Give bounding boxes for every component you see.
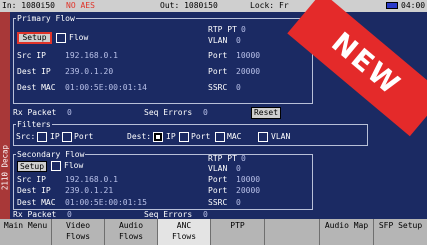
primary-flow-checkbox[interactable] — [56, 33, 66, 43]
secondary-flow-title: Secondary Flow — [16, 150, 86, 159]
filter-dest-vlan-label: VLAN — [271, 132, 291, 141]
clock: 04:00 — [401, 1, 426, 10]
secondary-dest-ip-label: Dest IP — [17, 186, 51, 195]
tab-audio-map[interactable]: Audio Map — [320, 219, 374, 245]
filter-dest-ip-label: IP — [166, 132, 176, 141]
secondary-setup-button[interactable]: Setup — [17, 161, 47, 172]
secondary-dest-ip-value: 239.0.1.21 — [65, 186, 114, 195]
primary-seq-value: 0 — [203, 108, 208, 117]
filter-src-port-checkbox[interactable] — [62, 132, 72, 142]
secondary-vlan-label: VLAN — [208, 164, 228, 173]
secondary-src-port-value: 10000 — [236, 175, 261, 184]
primary-flow-title: Primary Flow — [16, 14, 76, 23]
primary-src-ip-value: 192.168.0.1 — [65, 51, 118, 60]
secondary-rtp-pt-value: 0 — [241, 154, 246, 163]
primary-ssrc-value: 0 — [236, 83, 241, 92]
primary-src-port-value: 10000 — [236, 51, 261, 60]
filters-title: Filters — [16, 120, 52, 129]
secondary-ssrc-label: SSRC — [208, 198, 228, 207]
primary-flow-box — [13, 18, 313, 104]
primary-dest-mac-label: Dest MAC — [17, 83, 56, 92]
primary-dest-ip-value: 239.0.1.20 — [65, 67, 114, 76]
lock-value: Fr — [279, 1, 289, 10]
filter-src-ip-label: IP — [50, 132, 60, 141]
primary-ssrc-label: SSRC — [208, 83, 228, 92]
filter-dest-vlan-checkbox[interactable] — [258, 132, 268, 142]
primary-dest-mac-value: 01:00:5E:00:01:14 — [65, 83, 147, 92]
secondary-src-ip-value: 192.168.0.1 — [65, 175, 118, 184]
primary-seq-label: Seq Errors — [144, 108, 193, 117]
primary-rx-value: 0 — [67, 108, 72, 117]
primary-dest-port-value: 20000 — [236, 67, 261, 76]
reset-button[interactable]: Reset — [251, 107, 281, 119]
input-format: In: 1080i50 — [2, 1, 55, 10]
tab-anc-flows[interactable]: ANC Flows — [158, 219, 211, 245]
tab-audio-flows[interactable]: Audio Flows — [105, 219, 158, 245]
secondary-ssrc-value: 0 — [236, 198, 241, 207]
primary-src-ip-label: Src IP — [17, 51, 46, 60]
filter-dest-port-checkbox[interactable] — [179, 132, 189, 142]
primary-rx-label: Rx Packet — [13, 108, 57, 117]
tab-sfp-setup[interactable]: SFP Setup — [374, 219, 427, 245]
secondary-src-port-label: Port — [208, 175, 228, 184]
primary-rtp-pt-label: RTP PT — [208, 25, 237, 34]
secondary-vlan-value: 0 — [236, 164, 241, 173]
primary-vlan-label: VLAN — [208, 36, 228, 45]
lock-label: Lock: — [250, 1, 275, 10]
alert-text: NO AES — [66, 1, 95, 10]
primary-setup-button[interactable]: Setup — [17, 32, 52, 44]
tab-main-menu[interactable]: Main Menu — [0, 219, 52, 245]
filter-src-label: Src: — [16, 132, 36, 141]
primary-rtp-pt-value: 0 — [241, 25, 246, 34]
primary-flow-label: Flow — [69, 33, 89, 42]
filter-src-port-label: Port — [74, 132, 94, 141]
side-label: 2110 Decap — [0, 144, 10, 191]
filter-src-ip-checkbox[interactable] — [37, 132, 47, 142]
tab-ptp[interactable]: PTP — [211, 219, 265, 245]
filter-dest-ip-checkbox[interactable] — [153, 132, 163, 142]
filter-dest-port-label: Port — [191, 132, 211, 141]
output-format: Out: 1080i50 — [160, 1, 218, 10]
secondary-flow-checkbox[interactable] — [51, 161, 61, 171]
secondary-src-ip-label: Src IP — [17, 175, 46, 184]
side-panel: 2110 Decap — [0, 12, 10, 219]
primary-dest-port-label: Port — [208, 67, 228, 76]
primary-src-port-label: Port — [208, 51, 228, 60]
battery-icon — [386, 2, 398, 9]
secondary-dest-port-value: 20000 — [236, 186, 261, 195]
secondary-rx-value: 0 — [67, 210, 72, 219]
filter-dest-label: Dest: — [127, 132, 152, 141]
secondary-seq-value: 0 — [203, 210, 208, 219]
secondary-flow-label: Flow — [64, 161, 84, 170]
tab-video-flows[interactable]: Video Flows — [52, 219, 105, 245]
secondary-seq-label: Seq Errors — [144, 210, 193, 219]
tab-bar: Main Menu Video Flows Audio Flows ANC Flows… — [0, 219, 427, 245]
secondary-dest-port-label: Port — [208, 186, 228, 195]
tab-empty[interactable] — [265, 219, 320, 245]
primary-dest-ip-label: Dest IP — [17, 67, 51, 76]
status-bar: In: 1080i50 NO AES Out: 1080i50 Lock: Fr… — [0, 0, 427, 12]
secondary-rx-label: Rx Packet — [13, 210, 57, 219]
filter-dest-mac-label: MAC — [227, 132, 242, 141]
primary-vlan-value: 0 — [236, 36, 241, 45]
secondary-dest-mac-value: 01:00:5E:00:01:15 — [65, 198, 147, 207]
filter-dest-mac-checkbox[interactable] — [215, 132, 225, 142]
secondary-rtp-pt-label: RTP PT — [208, 154, 237, 163]
secondary-dest-mac-label: Dest MAC — [17, 198, 56, 207]
